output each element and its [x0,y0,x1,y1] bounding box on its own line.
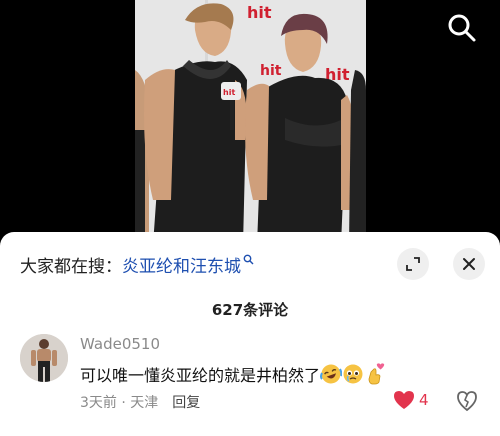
video-player[interactable]: hit hit hit hit [0,0,500,245]
comment-text: 可以唯一懂炎亚纶的就是井柏然了 [80,362,386,389]
comments-panel: 大家都在搜：炎亚纶和汪东城 627条评论 Wade0510 可以唯一懂炎亚纶的就… [0,232,500,436]
comment-username[interactable]: Wade0510 [80,335,160,353]
banner-logo-2: hit [260,63,282,79]
meta-separator: · [116,395,131,411]
finger-heart-emoji [364,363,386,389]
close-icon [463,258,475,270]
avatar[interactable] [20,334,68,382]
video-frame: hit hit hit hit [135,0,366,245]
search-suggestion-prefix: 大家都在搜： [20,257,122,277]
pleading-emoji [342,363,364,389]
heart-icon [394,391,414,409]
banner-logo-1: hit [247,3,272,22]
expand-button[interactable] [397,248,429,280]
like-button[interactable]: 4 [393,390,429,410]
expand-icon [406,257,420,271]
search-suggestion[interactable]: 大家都在搜：炎亚纶和汪东城 [20,252,254,277]
search-button[interactable] [446,12,478,44]
search-small-icon [243,250,254,270]
like-count: 4 [419,391,429,409]
comment-count: 627条评论 [211,301,289,319]
comment-meta: 3天前 · 天津 回复 [80,392,200,412]
reply-button[interactable]: 回复 [172,395,200,411]
broken-heart-icon [457,391,477,412]
close-button[interactable] [453,248,485,280]
search-suggestion-link[interactable]: 炎亚纶和汪东城 [122,257,241,277]
comment-body: 可以唯一懂炎亚纶的就是井柏然了 [80,366,321,385]
dislike-button[interactable] [456,390,478,412]
comment-location: 天津 [130,395,159,411]
video-image: hit hit hit hit [135,0,366,245]
search-icon [448,14,476,42]
comment-time: 3天前 [80,395,117,411]
mic-label: hit [223,88,235,97]
laughing-crying-emoji [320,363,343,389]
